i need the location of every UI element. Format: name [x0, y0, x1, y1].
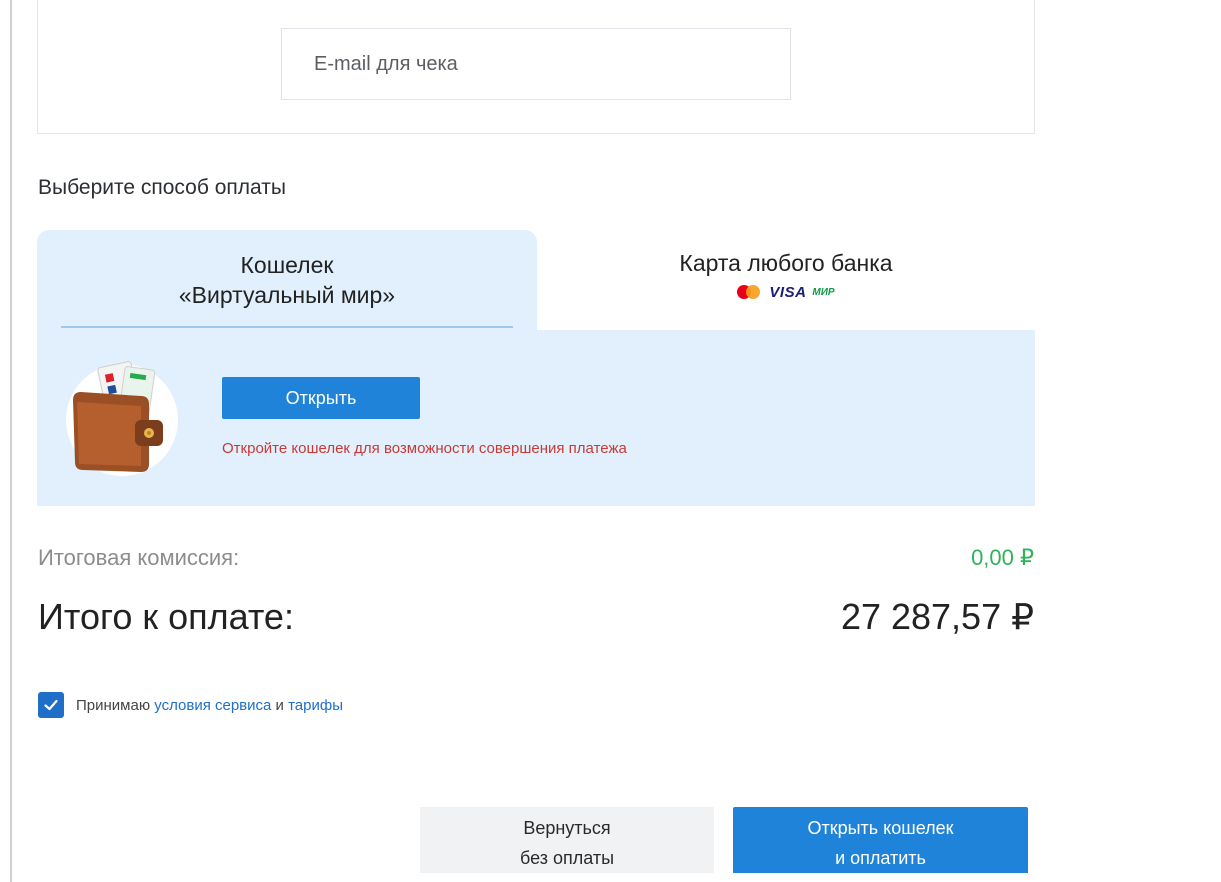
tariffs-link[interactable]: тарифы	[288, 697, 343, 714]
payment-method-title: Выберите способ оплаты	[38, 176, 286, 199]
tab-bank-card[interactable]: Карта любого банка VISA МИР	[537, 230, 1035, 330]
left-border	[10, 0, 12, 882]
tab-wallet[interactable]: Кошелек «Виртуальный мир»	[37, 230, 537, 330]
tab-wallet-line1: Кошелек	[240, 252, 334, 278]
payment-page: Выберите способ оплаты Кошелек «Виртуаль…	[0, 0, 1221, 882]
tab-card-label: Карта любого банка	[679, 250, 893, 276]
tab-active-underline	[61, 326, 513, 328]
wallet-warning-text: Откройте кошелек для возможности соверше…	[222, 440, 627, 457]
back-button-line2: без оплаты	[519, 848, 615, 868]
back-button-line1: Вернуться	[523, 818, 611, 838]
commission-label: Итоговая комиссия:	[38, 545, 240, 570]
mastercard-icon	[737, 285, 763, 299]
pay-button-line2: и оплатить	[835, 848, 926, 868]
mir-logo: МИР	[812, 286, 835, 298]
terms-of-service-link[interactable]: условия сервиса	[154, 697, 271, 714]
wallet-panel: Открыть Откройте кошелек для возможности…	[37, 330, 1035, 506]
terms-prefix: Принимаю	[76, 696, 151, 714]
terms-middle: и	[275, 696, 284, 714]
open-wallet-and-pay-button[interactable]: Открыть кошелек и оплатить	[733, 807, 1028, 873]
payment-logos: VISA МИР	[537, 282, 1035, 302]
total-label: Итого к оплате:	[38, 596, 294, 637]
visa-logo: VISA	[769, 283, 807, 301]
terms-checkbox[interactable]	[38, 692, 64, 718]
terms-row: Принимаю условия сервиса и тарифы	[38, 692, 343, 718]
back-without-payment-button[interactable]: Вернуться без оплаты	[420, 807, 714, 873]
commission-value: 0,00 ₽	[971, 545, 1034, 570]
check-icon	[44, 699, 58, 711]
email-card	[37, 0, 1035, 134]
pay-button-line1: Открыть кошелек	[807, 818, 954, 838]
open-wallet-button[interactable]: Открыть	[222, 377, 420, 419]
email-input[interactable]	[281, 28, 791, 100]
total-value: 27 287,57 ₽	[840, 596, 1034, 637]
terms-text: Принимаю условия сервиса и тарифы	[76, 697, 343, 714]
tab-wallet-line2: «Виртуальный мир»	[178, 282, 396, 308]
wallet-icon	[66, 361, 178, 476]
